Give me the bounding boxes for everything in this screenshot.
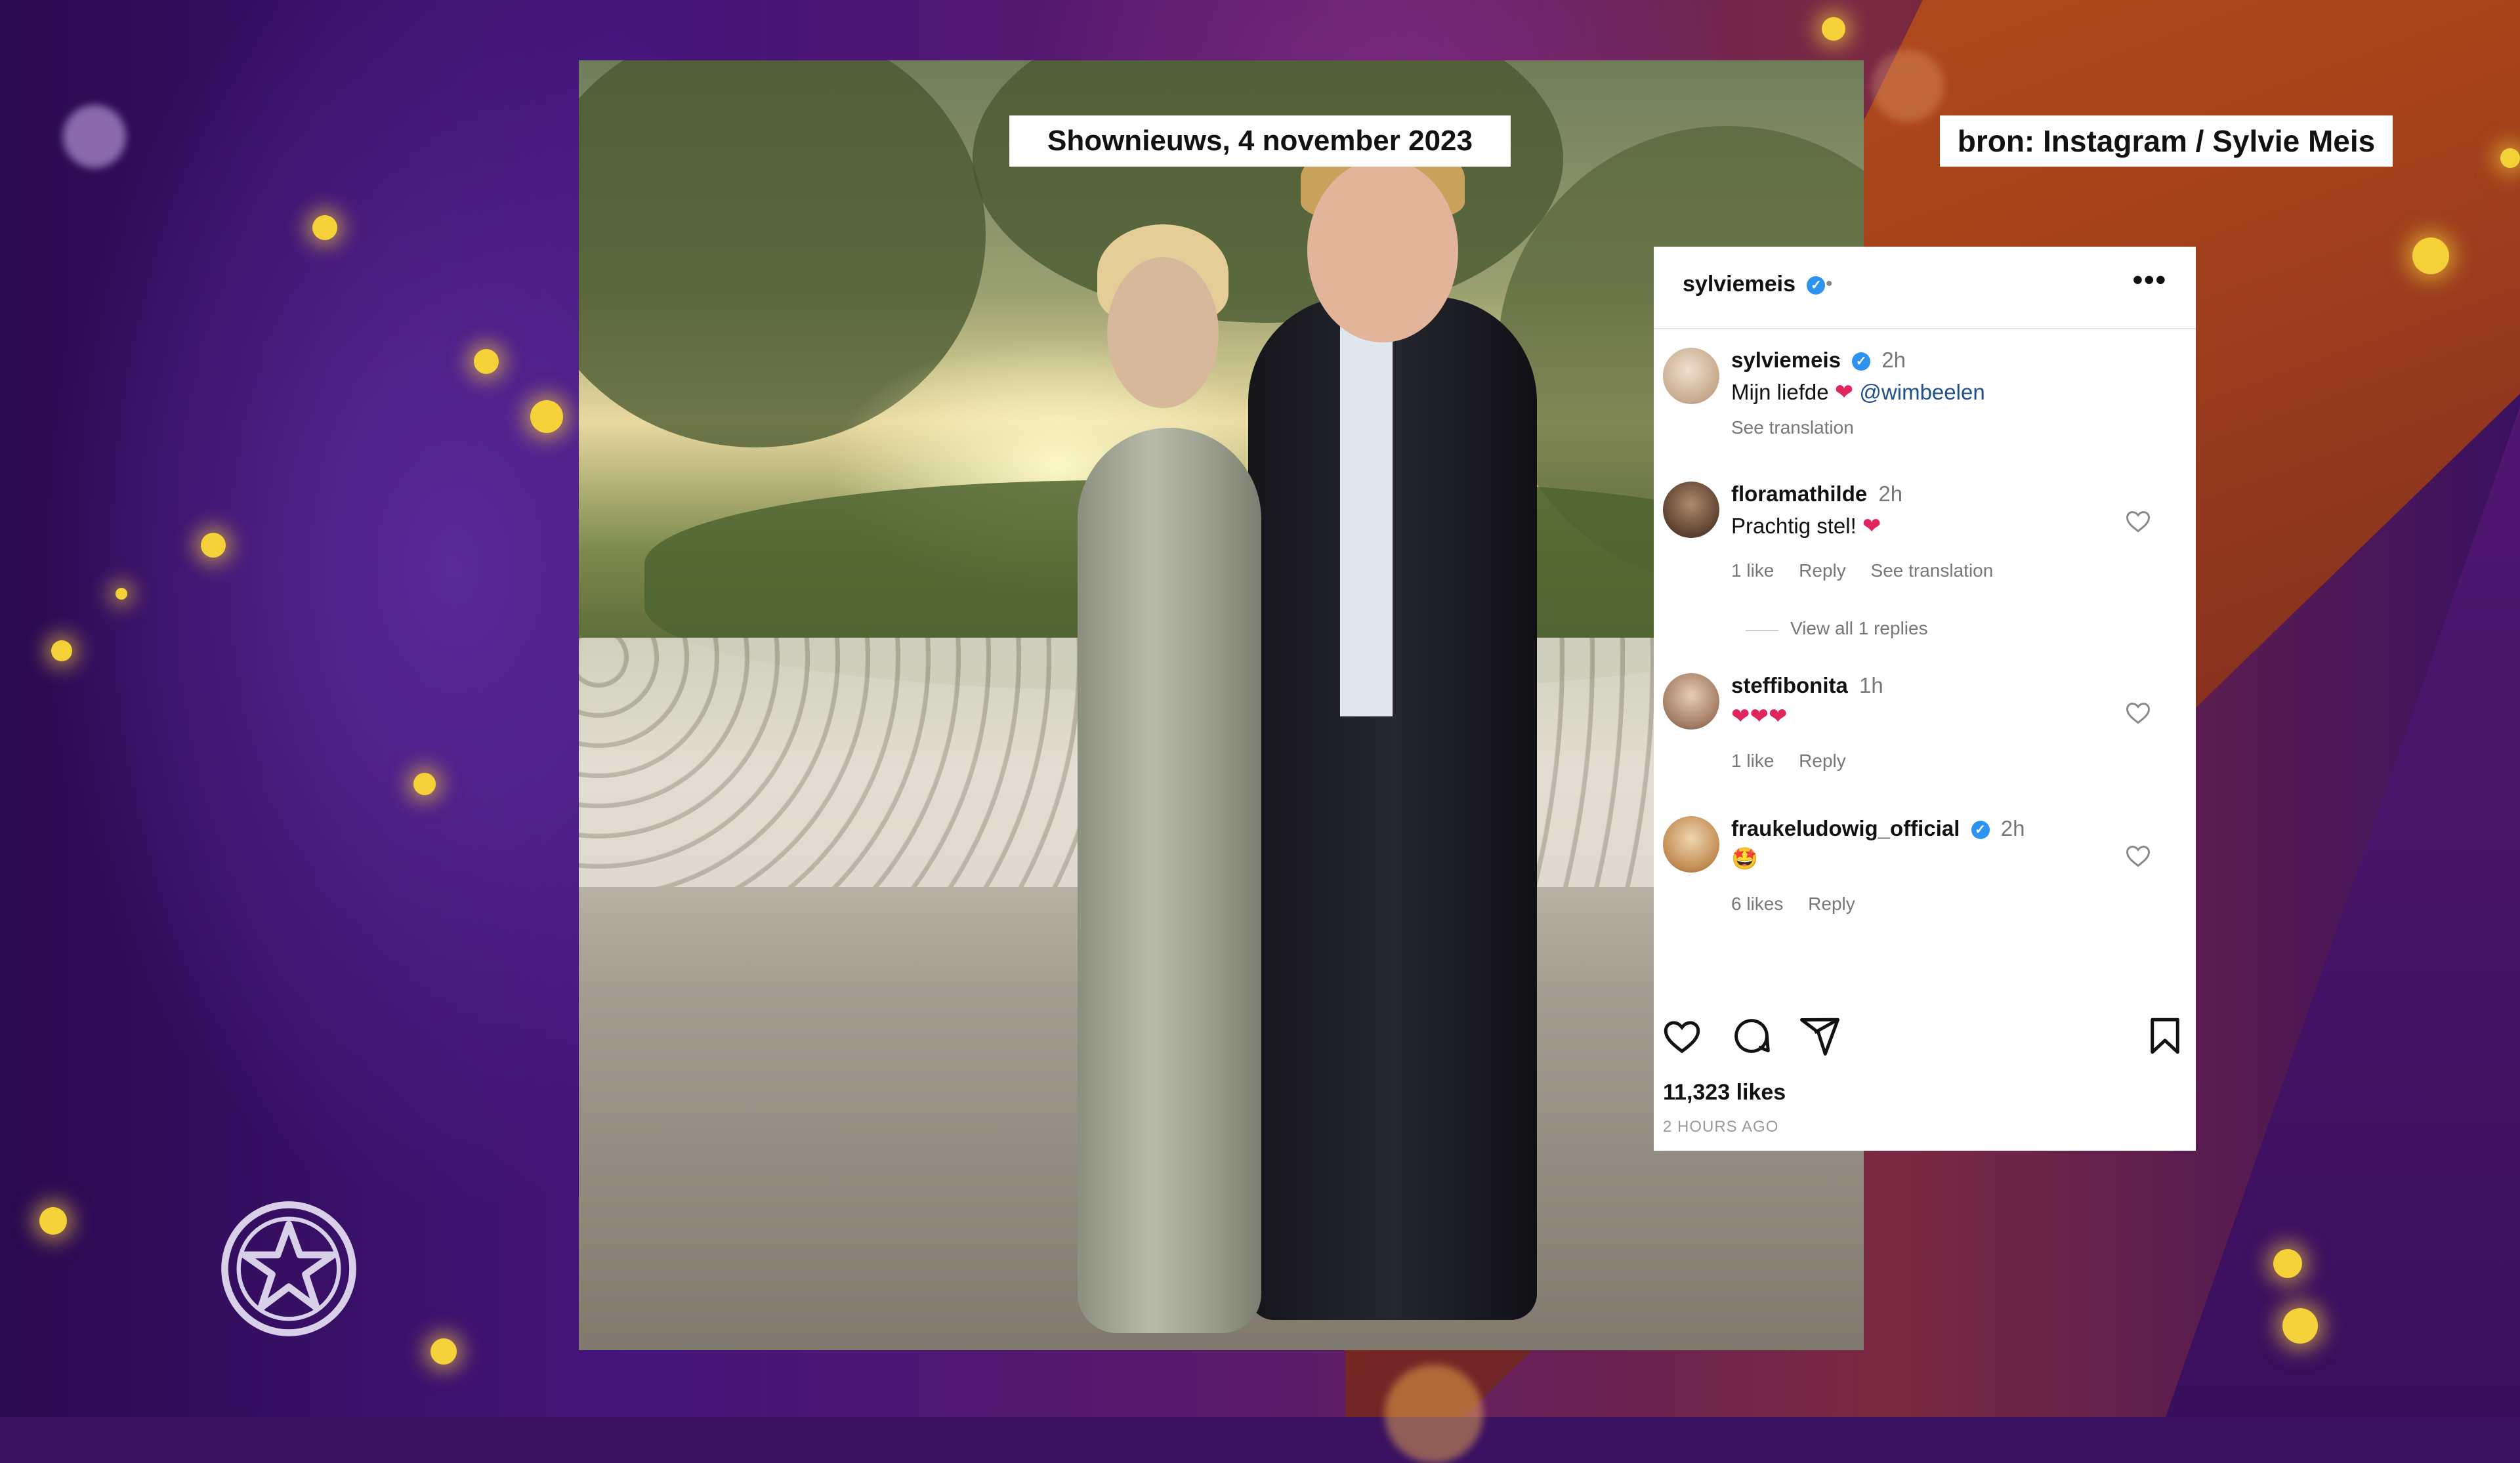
comment-likes[interactable]: 1 like xyxy=(1731,751,1774,771)
comment-username[interactable]: fraukeludowig_official xyxy=(1731,816,1960,840)
bokeh-dot xyxy=(2500,148,2520,168)
bokeh-dot xyxy=(116,588,127,600)
comment-meta: 6 likes Reply xyxy=(1731,894,1875,915)
verified-badge-icon: ✓ xyxy=(1807,276,1826,295)
bokeh-dot xyxy=(51,640,72,661)
header-separator: • xyxy=(1826,273,1833,295)
action-bar xyxy=(1654,1014,2196,1067)
comment-item: steffibonita 1h ❤❤❤ 1 like Reply xyxy=(1654,673,2196,772)
comment-text-line: ❤❤❤ xyxy=(1731,703,1787,730)
post-username-group: sylviemeis ✓ xyxy=(1683,272,1826,297)
caption-mention[interactable]: @wimbeelen xyxy=(1859,380,1984,404)
comment-header: steffibonita 1h xyxy=(1731,673,1883,698)
comment-item: fraukeludowig_official ✓ 2h 🤩 6 likes Re… xyxy=(1654,816,2196,915)
bokeh-dot xyxy=(1822,17,1845,41)
verified-badge-icon: ✓ xyxy=(1971,821,1990,840)
caption-time: 2h xyxy=(1881,348,1906,372)
comment-like-heart-icon[interactable] xyxy=(2124,506,2152,535)
avatar[interactable] xyxy=(1663,816,1719,873)
heart-emoji-icon: ❤ xyxy=(1862,514,1881,539)
post-username[interactable]: sylviemeis xyxy=(1683,272,1796,297)
reply-link[interactable]: Reply xyxy=(1808,894,1855,914)
heart-emoji-icon: ❤ xyxy=(1834,380,1854,405)
bokeh-dot xyxy=(2412,237,2449,274)
caption-meta: See translation xyxy=(1731,417,1874,438)
comment-like-heart-icon[interactable] xyxy=(2124,841,2152,870)
comment-item: floramathilde 2h Prachtig stel! ❤ 1 like… xyxy=(1654,482,2196,646)
more-options-button[interactable]: ••• xyxy=(2133,264,2167,297)
share-icon[interactable] xyxy=(1798,1014,1841,1058)
avatar[interactable] xyxy=(1663,673,1719,730)
comment-likes[interactable]: 1 like xyxy=(1731,560,1774,581)
comment-text-line: 🤩 xyxy=(1731,846,1758,872)
view-replies-link[interactable]: View all 1 replies xyxy=(1746,618,1928,639)
comment-header: fraukeludowig_official ✓ 2h xyxy=(1731,816,2025,841)
avatar[interactable] xyxy=(1663,348,1719,404)
heart-icon[interactable] xyxy=(1660,1014,1704,1058)
avatar[interactable] xyxy=(1663,482,1719,538)
caption-text: Mijn liefde xyxy=(1731,380,1829,404)
bokeh-dot xyxy=(474,349,499,374)
comment-header: floramathilde 2h xyxy=(1731,482,1902,506)
date-label: Shownieuws, 4 november 2023 xyxy=(1009,115,1511,167)
bokeh-dot xyxy=(2282,1308,2318,1344)
comment-like-heart-icon[interactable] xyxy=(2124,698,2152,727)
likes-count[interactable]: 11,323 likes xyxy=(1663,1080,1786,1105)
caption: sylviemeis ✓ 2h Mijn liefde ❤ @wimbeelen… xyxy=(1654,345,2196,450)
reply-link[interactable]: Reply xyxy=(1799,560,1846,581)
source-label: bron: Instagram / Sylvie Meis xyxy=(1940,115,2393,167)
star-eyes-emoji-icon: 🤩 xyxy=(1731,846,1759,871)
comment-time: 2h xyxy=(1878,482,1903,506)
comment-meta: 1 like Reply xyxy=(1731,751,1866,772)
bokeh-dot xyxy=(430,1338,457,1365)
bokeh-dot xyxy=(201,533,226,558)
bokeh-blur xyxy=(1385,1365,1483,1463)
caption-username[interactable]: sylviemeis xyxy=(1731,348,1841,372)
see-translation-link[interactable]: See translation xyxy=(1871,560,1994,581)
bokeh-dot xyxy=(413,773,436,795)
comment-time: 1h xyxy=(1859,673,1883,697)
bokeh-dot xyxy=(39,1207,67,1235)
hearts-emoji-icon: ❤❤❤ xyxy=(1731,704,1788,729)
bokeh-blur xyxy=(1872,50,1944,122)
comment-username[interactable]: steffibonita xyxy=(1731,673,1848,697)
comment-text: Prachtig stel! xyxy=(1731,514,1857,538)
comment-icon[interactable] xyxy=(1730,1014,1773,1058)
bokeh-dot xyxy=(312,215,337,240)
post-time-ago: 2 HOURS AGO xyxy=(1663,1118,1779,1136)
reply-link[interactable]: Reply xyxy=(1799,751,1846,771)
bokeh-dot xyxy=(2273,1249,2302,1278)
bookmark-icon[interactable] xyxy=(2143,1014,2187,1058)
comment-text-line: Prachtig stel! ❤ xyxy=(1731,513,1881,539)
star-logo-icon xyxy=(221,1201,356,1336)
bokeh-blur xyxy=(63,105,126,168)
instagram-post-card: sylviemeis ✓ • ••• sylviemeis ✓ 2h Mijn … xyxy=(1654,247,2196,1151)
comment-username[interactable]: floramathilde xyxy=(1731,482,1867,506)
caption-header: sylviemeis ✓ 2h xyxy=(1731,348,1906,373)
see-translation-link[interactable]: See translation xyxy=(1731,417,1854,438)
caption-text-line: Mijn liefde ❤ @wimbeelen xyxy=(1731,379,1985,405)
comment-meta: 1 like Reply See translation xyxy=(1731,560,2013,581)
comment-time: 2h xyxy=(2000,816,2025,840)
comment-likes[interactable]: 6 likes xyxy=(1731,894,1783,914)
verified-badge-icon: ✓ xyxy=(1852,352,1871,371)
bokeh-dot xyxy=(530,400,563,433)
post-header: sylviemeis ✓ • ••• xyxy=(1654,247,2196,329)
